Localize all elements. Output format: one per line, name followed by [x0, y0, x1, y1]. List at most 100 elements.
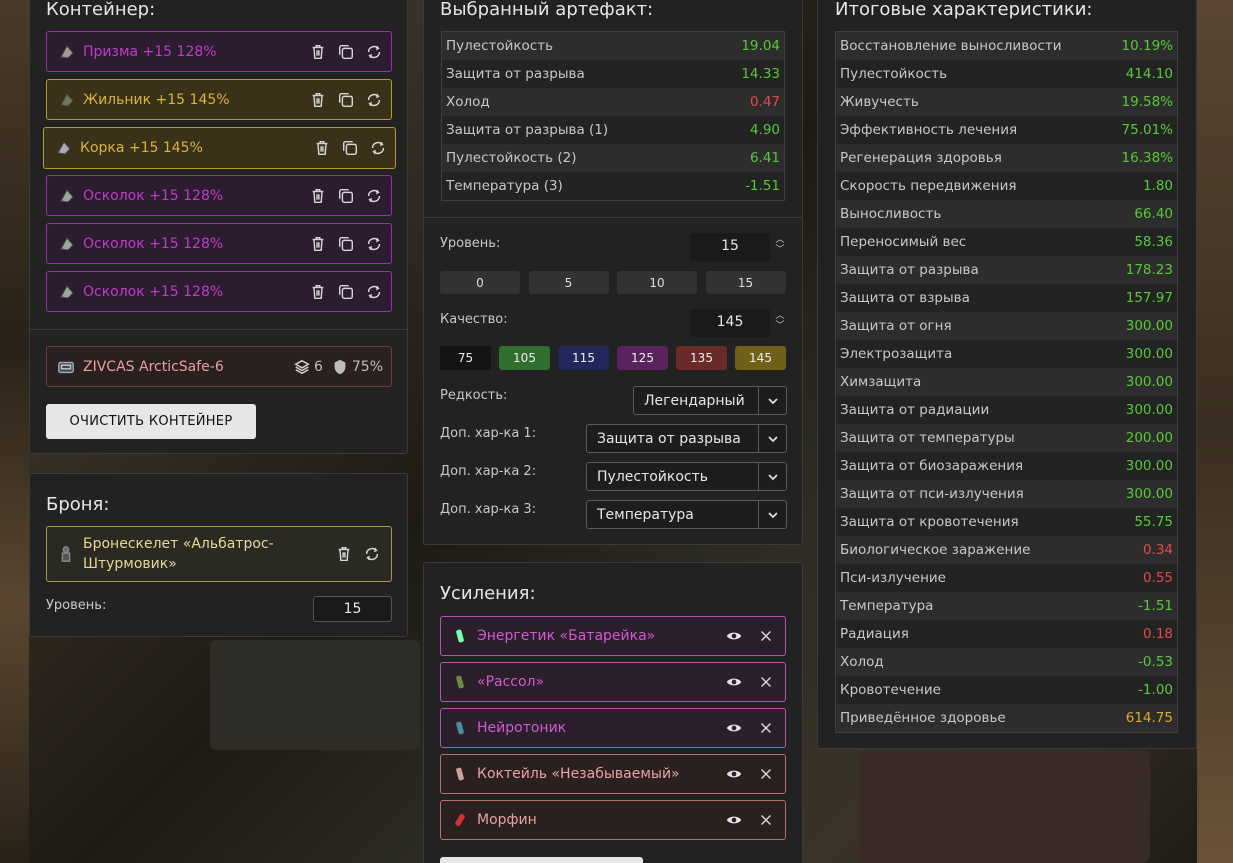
- trash-icon[interactable]: [309, 283, 327, 301]
- boost-item[interactable]: Нейротоник: [440, 708, 786, 748]
- refresh-icon[interactable]: [365, 187, 383, 205]
- container-case[interactable]: ZIVCAS ArcticSafe-6 6 75%: [46, 346, 392, 387]
- boost-item[interactable]: «Рассол»: [440, 662, 786, 702]
- quality-quick-button[interactable]: 115: [558, 346, 609, 370]
- stat-name: Температура: [840, 598, 934, 614]
- trash-icon[interactable]: [335, 545, 353, 563]
- boost-label: Нейротоник: [477, 720, 567, 736]
- armor-level-input[interactable]: 15: [313, 596, 392, 622]
- stat-name: Пулестойкость: [840, 66, 948, 82]
- boost-item[interactable]: Морфин: [440, 800, 786, 840]
- stat-value: 300.00: [1125, 402, 1173, 418]
- stat-row: Эффективность лечения 75.01%: [836, 116, 1177, 144]
- artifact-slot[interactable]: Осколок +15 128%: [46, 175, 392, 216]
- copy-icon[interactable]: [337, 43, 355, 61]
- trash-icon[interactable]: [309, 187, 327, 205]
- stat-row: Защита от радиации 300.00: [836, 396, 1177, 424]
- stat-row: Защита от пси-излучения 300.00: [836, 480, 1177, 508]
- artifact-stats-table: Пулестойкость 19.04 Защита от разрыва 14.33…: [441, 31, 785, 201]
- artifact-slot-label: Корка +15 145%: [80, 140, 203, 156]
- eye-icon[interactable]: [725, 627, 743, 645]
- stat-row: Защита от температуры 200.00: [836, 424, 1177, 452]
- artifact-quality-input[interactable]: 145: [690, 309, 770, 337]
- refresh-icon[interactable]: [365, 235, 383, 253]
- refresh-icon[interactable]: [363, 545, 381, 563]
- stat-row: Химзащита 300.00: [836, 368, 1177, 396]
- eye-icon[interactable]: [725, 811, 743, 829]
- copy-icon[interactable]: [337, 91, 355, 109]
- stat-row: Защита от огня 300.00: [836, 312, 1177, 340]
- stat-value: 55.75: [1134, 514, 1173, 530]
- armor-slot[interactable]: Бронескелет «Альбатрос-Штурмовик»: [46, 526, 392, 582]
- eye-icon[interactable]: [725, 765, 743, 783]
- quality-quick-button[interactable]: 125: [617, 346, 668, 370]
- refresh-icon[interactable]: [365, 91, 383, 109]
- stat-row: Радиация 0.18: [836, 620, 1177, 648]
- artifact-level-input[interactable]: 15: [690, 233, 770, 261]
- copy-icon[interactable]: [337, 187, 355, 205]
- stat-name: Защита от температуры: [840, 430, 1015, 446]
- chevron-down-icon: [758, 501, 786, 528]
- stat-name: Защита от биозаражения: [840, 458, 1024, 474]
- trash-icon[interactable]: [313, 139, 331, 157]
- quality-quick-button[interactable]: 75: [440, 346, 491, 370]
- eye-icon[interactable]: [725, 719, 743, 737]
- artifact-slot[interactable]: Призма +15 128%: [46, 31, 392, 72]
- extra2-select[interactable]: Пулестойкость: [586, 462, 787, 491]
- quality-quick-button[interactable]: 135: [676, 346, 727, 370]
- stat-value: 66.40: [1134, 206, 1173, 222]
- armor-panel: Броня: Бронескелет «Альбатрос-Штурмовик»…: [29, 473, 408, 637]
- refresh-icon[interactable]: [369, 139, 387, 157]
- armor-level-label: Уровень:: [46, 598, 107, 613]
- trash-icon[interactable]: [309, 91, 327, 109]
- artifact-slot[interactable]: Осколок +15 128%: [46, 223, 392, 264]
- artifact-slot-label: Призма +15 128%: [83, 43, 217, 60]
- extra3-select[interactable]: Температура: [586, 500, 787, 529]
- artifact-thumb-icon: [57, 187, 77, 205]
- case-slots-value: 6: [313, 358, 323, 375]
- stat-value: 0.47: [749, 94, 780, 110]
- stat-value: 300.00: [1125, 486, 1173, 502]
- quality-quick-button[interactable]: 145: [735, 346, 786, 370]
- quality-quick-button[interactable]: 105: [499, 346, 550, 370]
- copy-icon[interactable]: [337, 283, 355, 301]
- stat-value: 19.04: [741, 38, 780, 54]
- stat-value: -1.51: [1138, 598, 1173, 614]
- close-icon[interactable]: [757, 719, 775, 737]
- close-icon[interactable]: [757, 627, 775, 645]
- close-icon[interactable]: [757, 765, 775, 783]
- quality-spinner[interactable]: ︿ ﹀: [774, 311, 786, 331]
- level-spinner[interactable]: ︿ ﹀: [774, 235, 786, 255]
- extra1-select[interactable]: Защита от разрыва: [586, 424, 787, 453]
- eye-icon[interactable]: [725, 673, 743, 691]
- artifact-slot[interactable]: Осколок +15 128%: [46, 271, 392, 312]
- level-quick-button[interactable]: 10: [617, 271, 697, 294]
- stat-name: Переносимый вес: [840, 234, 967, 250]
- trash-icon[interactable]: [309, 235, 327, 253]
- artifact-panel: Выбранный артефакт: Пулестойкость 19.04 За…: [423, 0, 803, 545]
- level-quick-button[interactable]: 15: [705, 271, 786, 294]
- case-protection: 75%: [331, 358, 383, 376]
- stat-name: Защита от пси-излучения: [840, 486, 1024, 502]
- refresh-icon[interactable]: [365, 43, 383, 61]
- refresh-icon[interactable]: [365, 283, 383, 301]
- copy-icon[interactable]: [337, 235, 355, 253]
- stat-row: Переносимый вес 58.36: [836, 228, 1177, 256]
- copy-icon[interactable]: [341, 139, 359, 157]
- artifact-quality-label: Качество:: [440, 312, 508, 327]
- close-icon[interactable]: [757, 811, 775, 829]
- trash-icon[interactable]: [309, 43, 327, 61]
- stat-value: 4.90: [749, 122, 780, 138]
- boost-item[interactable]: Энергетик «Батарейка»: [440, 616, 786, 656]
- artifact-slot[interactable]: Корка +15 145%: [43, 127, 396, 169]
- level-quick-button[interactable]: 0: [440, 271, 520, 294]
- level-quick-button[interactable]: 5: [528, 271, 609, 294]
- stat-value: 6.41: [749, 150, 780, 166]
- artifact-slot[interactable]: Жильник +15 145%: [46, 79, 392, 120]
- clear-container-button[interactable]: ОЧИСТИТЬ КОНТЕЙНЕР: [46, 404, 256, 439]
- boosts-action-button[interactable]: [440, 857, 643, 863]
- rarity-select[interactable]: Легендарный: [633, 386, 787, 415]
- boost-item[interactable]: Коктейль «Незабываемый»: [440, 754, 786, 794]
- stat-name: Электрозащита: [840, 346, 953, 362]
- close-icon[interactable]: [757, 673, 775, 691]
